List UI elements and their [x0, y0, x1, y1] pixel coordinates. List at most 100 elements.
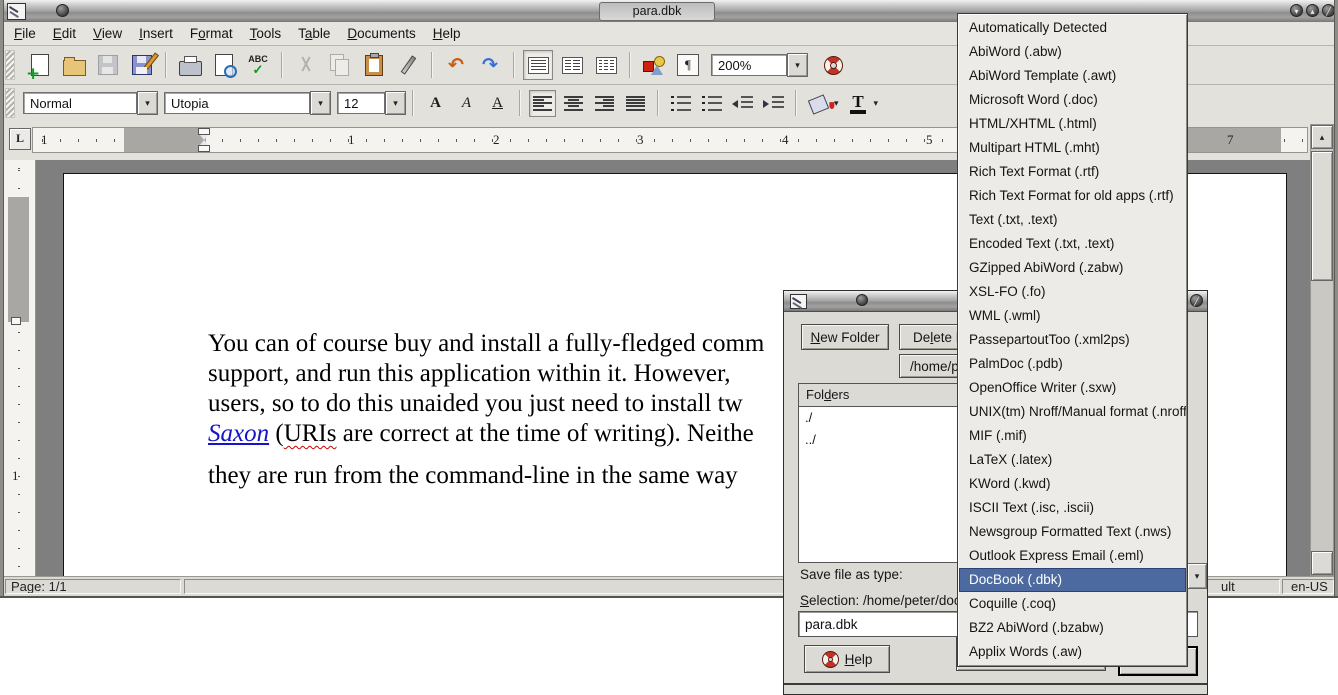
format-option[interactable]: MIF (.mif): [959, 424, 1186, 448]
numbered-list-button[interactable]: [667, 90, 694, 117]
menu-item-view[interactable]: View: [84, 22, 130, 44]
new-folder-button[interactable]: New Folder: [801, 324, 889, 350]
format-painter-button[interactable]: [393, 50, 423, 80]
format-option[interactable]: Coquille (.coq): [959, 592, 1186, 616]
font-size-value-field[interactable]: 12: [337, 92, 385, 114]
justify-button[interactable]: [622, 90, 649, 117]
bullet-list-button[interactable]: [698, 90, 725, 117]
scroll-down-button[interactable]: [1311, 551, 1333, 575]
increase-indent-button[interactable]: [760, 90, 787, 117]
align-left-button[interactable]: [529, 90, 556, 117]
format-option[interactable]: HTML/XHTML (.html): [959, 112, 1186, 136]
format-option[interactable]: XSL-FO (.fo): [959, 280, 1186, 304]
folders-list-header[interactable]: Folders: [798, 383, 976, 407]
document-hyperlink[interactable]: Saxon: [208, 420, 269, 447]
menu-item-table[interactable]: Table: [289, 22, 338, 44]
format-option[interactable]: LaTeX (.latex): [959, 448, 1186, 472]
format-option[interactable]: Applix Words (.aw): [959, 640, 1186, 664]
format-option[interactable]: Automatically Detected: [959, 16, 1186, 40]
three-columns-button[interactable]: [591, 50, 621, 80]
redo-button[interactable]: ↷: [475, 50, 505, 80]
spellcheck-button[interactable]: ABC✓: [243, 50, 273, 80]
window-maximize-button[interactable]: ▴: [1306, 4, 1319, 17]
format-option[interactable]: KWord (.kwd): [959, 472, 1186, 496]
zoom-dropdown-button[interactable]: ▾: [787, 53, 808, 77]
format-option[interactable]: Text (.txt, .text): [959, 208, 1186, 232]
two-columns-button[interactable]: [557, 50, 587, 80]
format-option[interactable]: Rich Text Format (.rtf): [959, 160, 1186, 184]
format-option[interactable]: OpenOffice Writer (.sxw): [959, 376, 1186, 400]
insert-graphic-button[interactable]: [639, 50, 669, 80]
print-button[interactable]: [175, 50, 205, 80]
top-margin-marker[interactable]: [11, 317, 21, 325]
zoom-value-field[interactable]: 200%: [711, 54, 787, 76]
format-option[interactable]: AbiWord (.abw): [959, 40, 1186, 64]
align-left-icon: [533, 96, 552, 111]
first-line-indent-marker[interactable]: [198, 128, 210, 135]
format-option[interactable]: Rich Text Format for old apps (.rtf): [959, 184, 1186, 208]
one-column-button[interactable]: [523, 50, 553, 80]
help-button[interactable]: [818, 50, 848, 80]
menu-item-tools[interactable]: Tools: [241, 22, 290, 44]
format-option[interactable]: UNIX(tm) Nroff/Manual format (.nroff): [959, 400, 1186, 424]
menu-item-file[interactable]: File: [5, 22, 44, 44]
toolbar-separator: [281, 52, 283, 78]
window-shade-button[interactable]: ▾: [1290, 4, 1303, 17]
paste-button[interactable]: [359, 50, 389, 80]
format-option[interactable]: BZ2 AbiWord (.bzabw): [959, 616, 1186, 640]
italic-button[interactable]: A: [453, 90, 480, 117]
format-option[interactable]: PalmDoc (.pdb): [959, 352, 1186, 376]
format-option[interactable]: WML (.wml): [959, 304, 1186, 328]
tab-selector-button[interactable]: L: [9, 128, 31, 150]
show-formatting-button[interactable]: ¶: [673, 50, 703, 80]
menu-item-documents[interactable]: Documents: [338, 22, 423, 44]
format-option[interactable]: AbiWord Template (.awt): [959, 64, 1186, 88]
file-type-dropdown-button[interactable]: ▾: [1187, 563, 1207, 589]
scrollbar-thumb[interactable]: [1311, 151, 1333, 281]
dialog-close-button[interactable]: ╱: [1190, 294, 1203, 307]
left-indent-marker[interactable]: [198, 145, 210, 152]
align-right-button[interactable]: [591, 90, 618, 117]
toolbar-drag-handle[interactable]: [5, 50, 15, 80]
format-option[interactable]: GZipped AbiWord (.zabw): [959, 256, 1186, 280]
menu-item-help[interactable]: Help: [424, 22, 469, 44]
format-option[interactable]: Encoded Text (.txt, .text): [959, 232, 1186, 256]
text-color-dropdown[interactable]: ▾: [874, 98, 879, 109]
print-preview-button[interactable]: [209, 50, 239, 80]
font-value-field[interactable]: Utopia: [164, 92, 310, 114]
folder-item[interactable]: ../: [799, 429, 975, 451]
save-as-button[interactable]: [127, 50, 157, 80]
format-option[interactable]: Microsoft Word (.doc): [959, 88, 1186, 112]
format-option[interactable]: ISCII Text (.isc, .iscii): [959, 496, 1186, 520]
dialog-window-menu-button[interactable]: [856, 294, 868, 306]
text-color-button[interactable]: T: [845, 90, 872, 117]
highlight-color-dropdown[interactable]: ▾: [834, 98, 839, 109]
font-size-dropdown-button[interactable]: ▾: [385, 91, 406, 115]
window-menu-button[interactable]: [56, 4, 69, 17]
style-dropdown-button[interactable]: ▾: [137, 91, 158, 115]
bold-button[interactable]: A: [422, 90, 449, 117]
redo-icon: ↷: [482, 56, 498, 75]
format-option[interactable]: Outlook Express Email (.eml): [959, 544, 1186, 568]
vertical-scrollbar[interactable]: ▴: [1310, 124, 1334, 576]
folder-item[interactable]: ./: [799, 407, 975, 429]
toolbar-drag-handle[interactable]: [5, 88, 15, 118]
decrease-indent-button[interactable]: [729, 90, 756, 117]
new-document-button[interactable]: [25, 50, 55, 80]
format-option[interactable]: Multipart HTML (.mht): [959, 136, 1186, 160]
dialog-help-button[interactable]: Help: [804, 645, 890, 673]
menu-item-format[interactable]: Format: [181, 22, 241, 44]
highlight-color-button[interactable]: [805, 90, 832, 117]
open-button[interactable]: [59, 50, 89, 80]
style-value-field[interactable]: Normal: [23, 92, 137, 114]
scroll-up-button[interactable]: ▴: [1311, 125, 1333, 149]
menu-item-edit[interactable]: Edit: [44, 22, 84, 44]
font-dropdown-button[interactable]: ▾: [310, 91, 331, 115]
format-option[interactable]: DocBook (.dbk): [959, 568, 1186, 592]
menu-item-insert[interactable]: Insert: [130, 22, 181, 44]
format-option[interactable]: Newsgroup Formatted Text (.nws): [959, 520, 1186, 544]
align-center-button[interactable]: [560, 90, 587, 117]
undo-button[interactable]: ↶: [441, 50, 471, 80]
underline-button[interactable]: A: [484, 90, 511, 117]
format-option[interactable]: PassepartoutToo (.xml2ps): [959, 328, 1186, 352]
